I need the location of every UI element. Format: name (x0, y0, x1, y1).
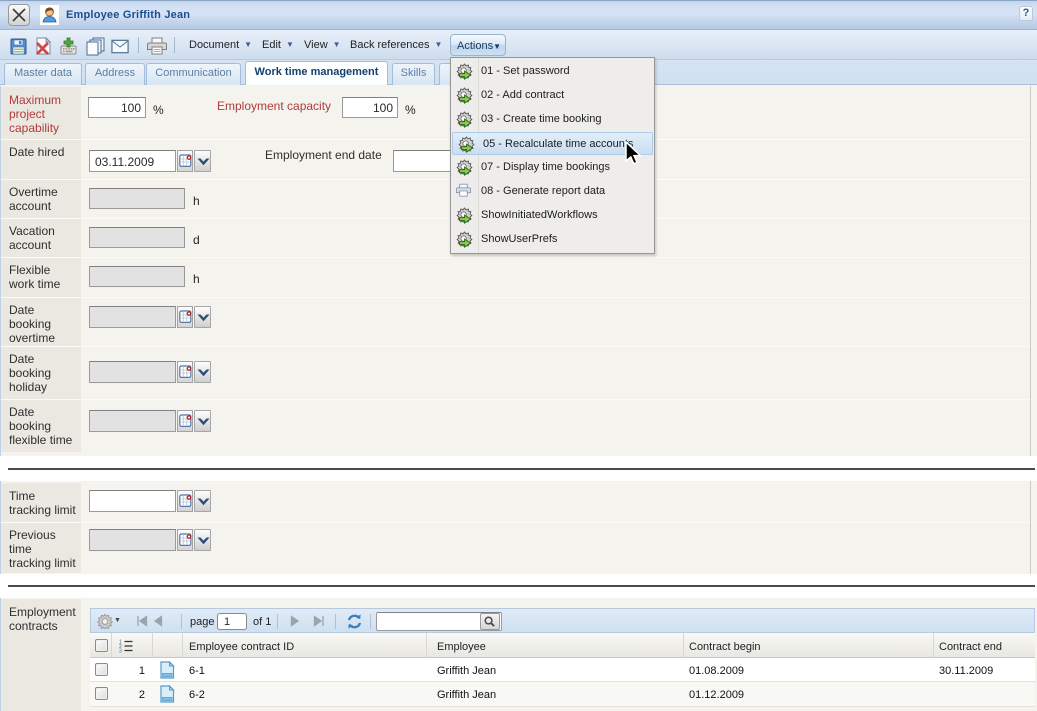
svg-text:3: 3 (119, 649, 122, 654)
